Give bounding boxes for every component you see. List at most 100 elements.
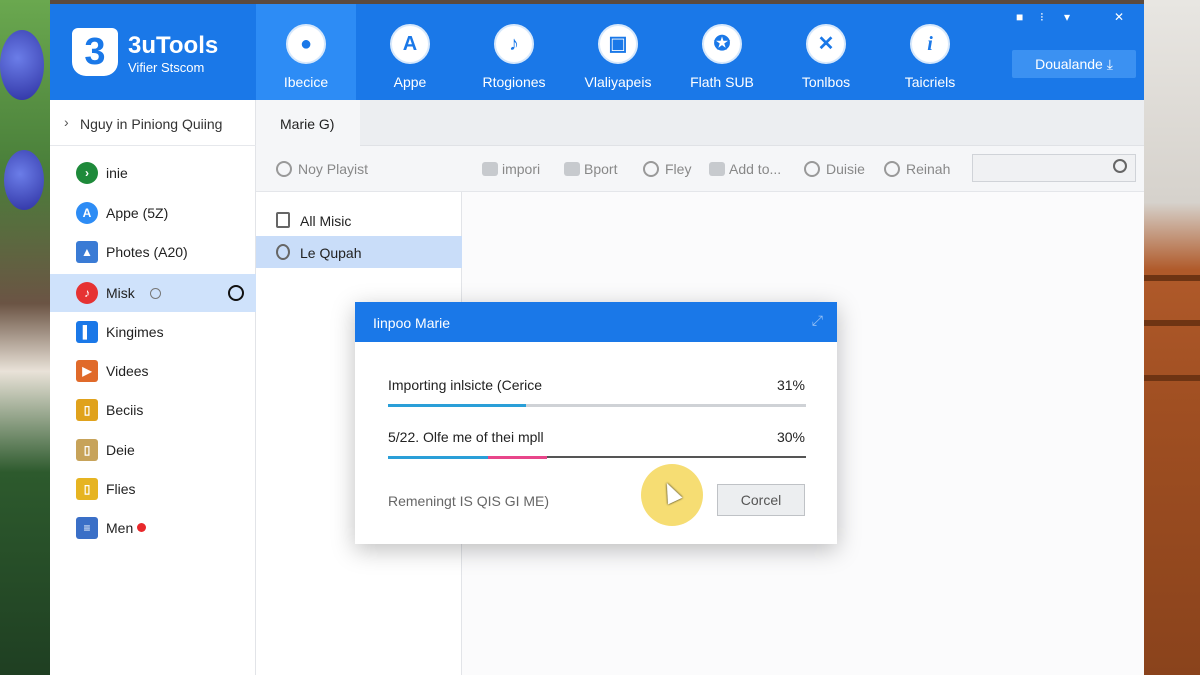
cancel-button[interactable]: Corcel (717, 484, 805, 516)
dialog-header: Iinpoo Marie ⤢ (355, 302, 837, 342)
refresh-icon (884, 161, 900, 177)
export-button[interactable]: Bport (564, 161, 617, 177)
import-dialog: Iinpoo Marie ⤢ Importing inlsicte (Ceric… (355, 302, 837, 544)
playlist-all-music[interactable]: All Misic (256, 204, 462, 236)
progress-label: Importing inlsicte (Cerice (388, 377, 543, 393)
playlist-item[interactable]: Le Qupah (256, 236, 462, 268)
add-to-label: Add to... (729, 161, 782, 177)
notification-dot (137, 523, 146, 532)
search-icon[interactable] (1113, 159, 1127, 173)
shelf-decoration (1144, 275, 1200, 281)
top-bar: 3 3uTools Vifier Stscom ● Ibecice A Appe… (50, 4, 1144, 100)
dropdown-icon[interactable]: ▾ (1064, 10, 1070, 24)
music-list-icon (276, 212, 290, 228)
flower-decoration (0, 30, 44, 100)
chevron-down-icon: › (64, 114, 69, 130)
nav-label: Ibecice (283, 74, 329, 90)
minimize-icon[interactable]: ■ (1016, 10, 1023, 24)
nav-flash[interactable]: ✪ Flath SUB (672, 4, 772, 100)
sidebar-item-label: Misk (106, 285, 135, 301)
sidebar-item-data[interactable]: ▯ Deie (50, 431, 256, 469)
nav-label: Vlaliyapeis (584, 74, 652, 90)
progress-percent: 31% (776, 377, 805, 393)
secondary-progress-fill (488, 456, 547, 459)
sidebar-item-info[interactable]: › inie (50, 154, 256, 192)
nav-apps[interactable]: A Appe (360, 4, 460, 100)
sidebar-item-files[interactable]: ▯ Flies (50, 470, 256, 508)
sidebar-item-apps[interactable]: A Appe (5Z) (50, 194, 256, 232)
nav-label: Flath SUB (690, 74, 754, 90)
sidebar-item-photos[interactable]: ▲ Photes (A20) (50, 233, 256, 271)
menu-icon[interactable]: ⁝ (1040, 10, 1044, 24)
play-icon (643, 161, 659, 177)
nav-device[interactable]: ● Ibecice (256, 4, 356, 100)
sidebar-item-label: Beciis (106, 402, 144, 418)
sidebar-item-books[interactable]: ▯ Beciis (50, 391, 256, 429)
nav-wallpapers[interactable]: ▣ Vlaliyapeis (568, 4, 668, 100)
sidebar-item-label: Photes (A20) (106, 244, 188, 260)
folder-icon: ▯ (76, 478, 98, 500)
book-icon: ▯ (76, 399, 98, 421)
sidebar-item-label: inie (106, 165, 128, 181)
sidebar-item-label: Deie (106, 442, 135, 458)
ringtone-icon: ▌ (76, 321, 98, 343)
record-icon (150, 288, 161, 299)
toolbar: Noy Playist impori Bport Fley Add to... … (256, 146, 1144, 192)
sidebar-item-music[interactable]: ♪ Misk (50, 274, 256, 312)
close-icon[interactable]: ✕ (1114, 10, 1124, 24)
background-left (0, 0, 50, 675)
expand-icon[interactable]: ⤢ (812, 312, 823, 329)
sidebar-item-videos[interactable]: ▶ Videes (50, 352, 256, 390)
new-playlist-label: Noy Playist (298, 161, 369, 177)
refresh-label: Reinah (906, 161, 951, 177)
sidebar-item-ringtones[interactable]: ▌ Kingimes (50, 313, 256, 351)
wallpaper-icon: ▣ (598, 24, 638, 64)
sidebar-item-more[interactable]: ≡ Men (50, 509, 256, 547)
nav-ringtones[interactable]: ♪ Rtogiones (464, 4, 564, 100)
progress-fill (388, 456, 489, 459)
nav-toolbox[interactable]: ✕ Tonlbos (776, 4, 876, 100)
search-input[interactable] (972, 154, 1136, 182)
music-note-icon (276, 244, 290, 260)
downloads-button[interactable]: Doualande ⤓ (1012, 50, 1136, 78)
shelf-decoration (1144, 375, 1200, 381)
tools-icon: ✕ (806, 24, 846, 64)
import-icon (482, 162, 498, 176)
downloads-label: Doualande (1035, 56, 1103, 72)
import-label: impori (502, 161, 541, 177)
video-icon: ▶ (76, 360, 98, 382)
nav-tutorials[interactable]: i Taicriels (880, 4, 980, 100)
circle-icon (228, 285, 244, 301)
file-progress-percent: 30% (776, 429, 805, 445)
brand-name: 3uTools (128, 32, 219, 59)
delete-button[interactable]: Duisie (804, 161, 865, 177)
logo: 3 (72, 28, 118, 76)
bell-icon: ♪ (494, 24, 534, 64)
remaining-time: Remeningt IS QIS GI ME) (388, 493, 550, 509)
music-icon: ♪ (76, 282, 98, 304)
tab-strip: Marie G) (256, 100, 1144, 146)
refresh-button[interactable]: Reinah (884, 161, 950, 177)
nav-label: Taicriels (904, 74, 956, 90)
import-button[interactable]: impori (482, 161, 540, 177)
app-store-icon: A (76, 202, 98, 224)
export-label: Bport (584, 161, 618, 177)
sidebar-item-label: Kingimes (106, 324, 164, 340)
file-progress-label: 5/22. Olfe me of thei mpll (388, 429, 544, 445)
sidebar-item-label: Appe (5Z) (106, 205, 169, 221)
add-to-button[interactable]: Add to... (709, 161, 781, 177)
playlist-icon (276, 161, 292, 177)
device-header[interactable]: › Nguy in Piniong Quiing (50, 100, 256, 146)
info-icon: › (76, 162, 98, 184)
download-icon: ⤓ (1106, 56, 1113, 72)
new-playlist-button[interactable]: Noy Playist (276, 161, 368, 177)
sidebar-item-label: Flies (106, 481, 136, 497)
shelf-decoration (1144, 320, 1200, 326)
flash-icon: ✪ (702, 24, 742, 64)
tab-music[interactable]: Marie G) (256, 100, 360, 146)
play-label: Fley (665, 161, 692, 177)
file-progress-bar (388, 456, 806, 459)
photos-icon: ▲ (76, 241, 98, 263)
sidebar-item-label: Men (106, 520, 134, 536)
play-button[interactable]: Fley (643, 161, 691, 177)
